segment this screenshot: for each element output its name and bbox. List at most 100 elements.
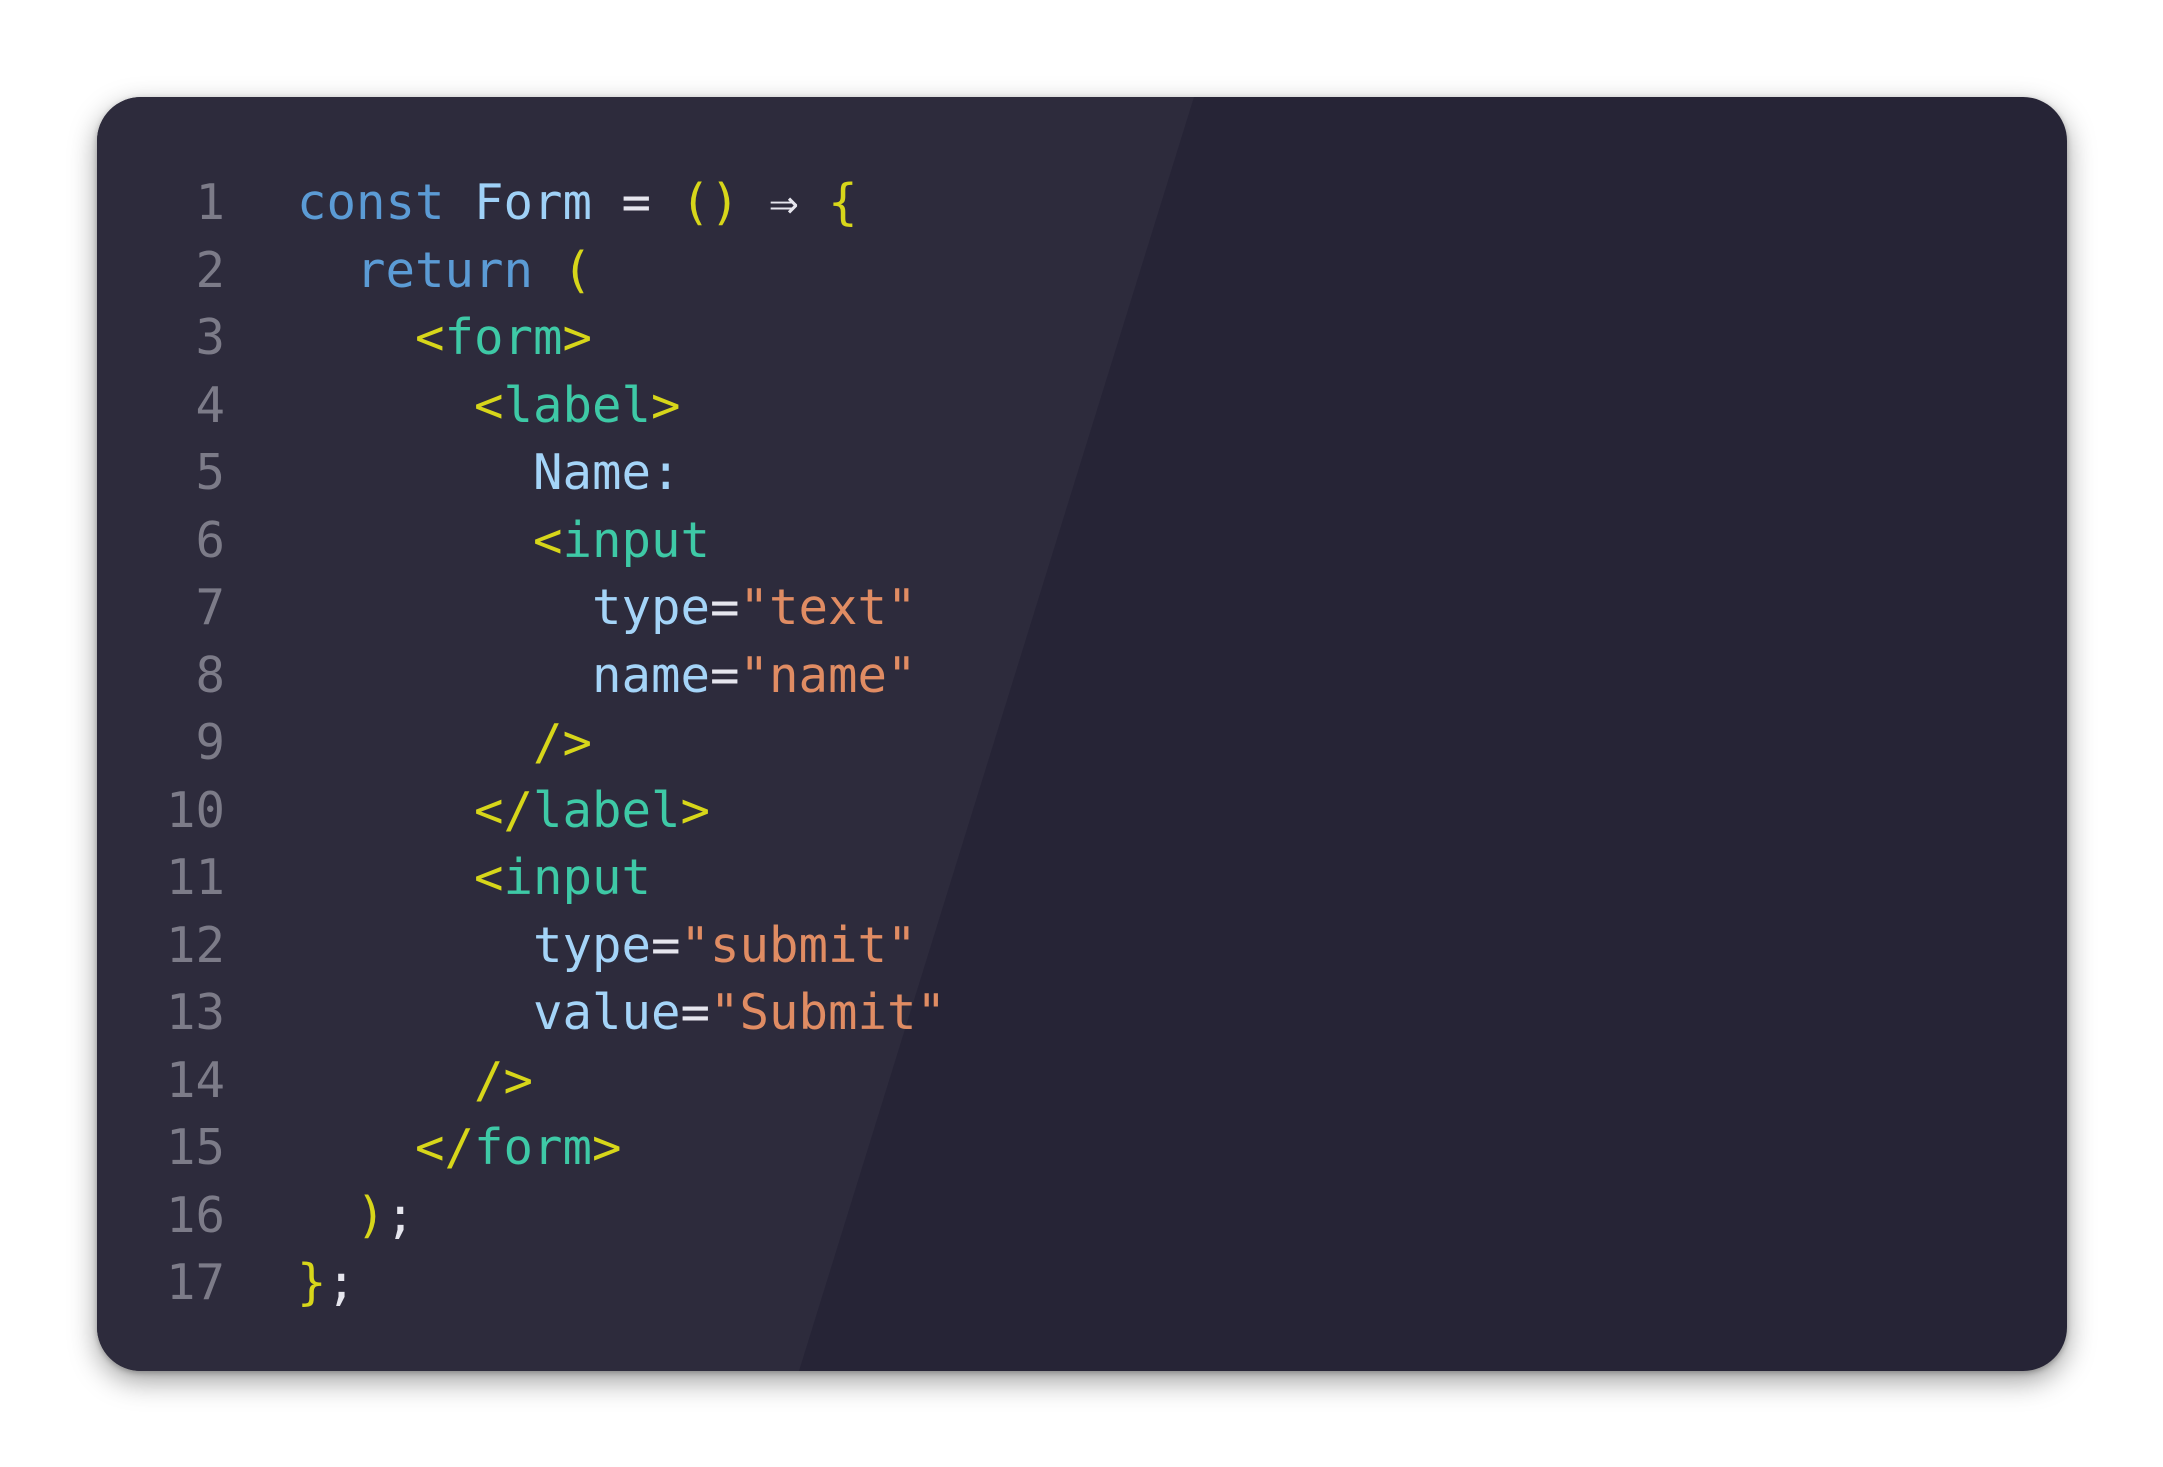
line-number: 2 (195, 241, 225, 299)
code-line: 7 type="text" (97, 574, 946, 642)
line-number: 17 (165, 1254, 225, 1311)
code-line: 5 Name: (97, 439, 946, 507)
line-number: 3 (195, 309, 225, 366)
code-token: ( (562, 241, 593, 299)
code-token: label (533, 781, 681, 839)
code-token: "submit" (680, 916, 917, 974)
code-token: < (415, 309, 445, 366)
code-text: name="name" (297, 642, 917, 710)
code-line: 12 type="submit" (97, 912, 946, 980)
code-token: label (503, 376, 652, 434)
line-number: 12 (165, 916, 225, 974)
code-token: const (297, 174, 445, 231)
code-line: 6 <input (97, 507, 946, 575)
code-token: < (474, 376, 504, 434)
code-token: = (710, 579, 740, 636)
code-line: 3 <form> (97, 304, 946, 372)
code-line: 16 ); (97, 1182, 946, 1250)
code-token: input (562, 511, 711, 569)
code-token: < (474, 849, 504, 906)
code-snippet-window: 1 const Form = () ⇒ {2 return (3 <form> 4 … (97, 97, 2067, 1371)
line-number: 9 (195, 714, 225, 771)
code-line: 11 <input (97, 844, 946, 912)
code-token: ⇒ (739, 174, 829, 231)
code-line: 13 value="Submit" (97, 979, 946, 1047)
code-text: }; (297, 1249, 356, 1317)
code-line: 4 <label> (97, 372, 946, 440)
code-token: () (680, 174, 740, 231)
code-text: <form> (297, 304, 592, 372)
line-number: 16 (165, 1186, 225, 1244)
code-text: value="Submit" (297, 979, 946, 1047)
code-text: <label> (297, 372, 681, 440)
line-number: 1 (195, 174, 225, 231)
code-token: = (651, 916, 681, 974)
code-token: ; (326, 1254, 357, 1311)
code-token: /> (533, 714, 593, 771)
code-token: = (592, 174, 681, 231)
code-token: type (592, 579, 711, 636)
stage: 1 const Form = () ⇒ {2 return (3 <form> 4 … (0, 0, 2163, 1467)
code-token: { (828, 174, 858, 231)
code-line: 8 name="name" (97, 642, 946, 710)
code-text: /> (297, 1047, 533, 1115)
code-token: Form (474, 174, 593, 231)
line-number: 13 (165, 984, 225, 1041)
code-token: </ (474, 781, 534, 839)
code-token: input (503, 849, 652, 906)
code-token: return (356, 241, 534, 299)
code-token: value (533, 984, 681, 1041)
code-token: > (562, 309, 593, 366)
code-token: type (533, 916, 652, 974)
code-text: <input (297, 507, 710, 575)
code-text: </form> (297, 1114, 622, 1182)
code-text: const Form = () ⇒ { (297, 169, 858, 237)
code-token: name (592, 646, 711, 704)
code-line: 10 </label> (97, 777, 946, 845)
code-line: 9 /> (97, 709, 946, 777)
line-number: 10 (165, 781, 225, 839)
code-token: "name" (739, 646, 917, 704)
line-number: 4 (195, 376, 225, 434)
code-token: = (680, 984, 711, 1041)
code-text: <input (297, 844, 651, 912)
line-number: 11 (165, 849, 225, 906)
code-token: </ (415, 1119, 475, 1176)
code-line: 17}; (97, 1249, 946, 1317)
code-line: 14 /> (97, 1047, 946, 1115)
code-text: Name: (297, 439, 681, 507)
code-token: ) (356, 1186, 386, 1244)
code-line: 2 return ( (97, 237, 946, 305)
code-token: > (651, 376, 681, 434)
line-number: 15 (165, 1119, 225, 1176)
code-token: /> (474, 1051, 534, 1109)
code-token: > (592, 1119, 622, 1176)
code-token: ; (385, 1186, 416, 1244)
code-block: 1 const Form = () ⇒ {2 return (3 <form> 4 … (97, 169, 946, 1317)
code-token: "Submit" (710, 984, 947, 1041)
code-token: > (680, 781, 711, 839)
line-number: 14 (165, 1051, 225, 1109)
code-token: form (474, 1119, 593, 1176)
code-token: = (710, 646, 740, 704)
code-text: type="text" (297, 574, 917, 642)
code-line: 15 </form> (97, 1114, 946, 1182)
code-token: "text" (739, 579, 917, 636)
line-number: 8 (195, 646, 225, 704)
code-text: /> (297, 709, 592, 777)
line-number: 6 (195, 511, 225, 569)
code-text: ); (297, 1182, 415, 1250)
code-token: < (533, 511, 563, 569)
